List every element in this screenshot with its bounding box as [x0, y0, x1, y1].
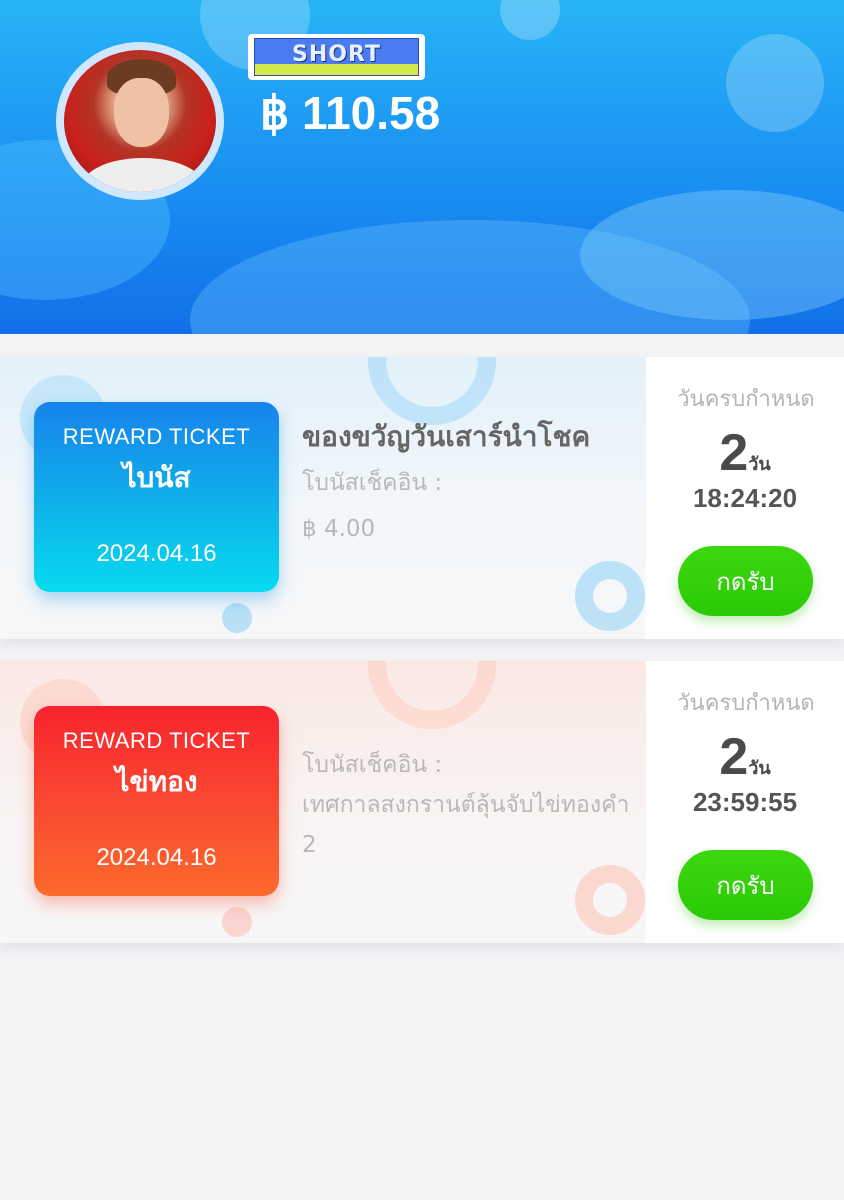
reward-ticket-stub: REWARD TICKET ไบนัส 2024.04.16	[34, 402, 279, 592]
avatar-image	[64, 50, 216, 192]
ticket-label: REWARD TICKET	[62, 424, 251, 449]
due-date-label: วันครบกำหนด	[677, 691, 815, 716]
decorative-bubble	[726, 34, 824, 132]
countdown-timer: 18:24:20	[692, 483, 798, 513]
decorative-ring	[575, 865, 645, 935]
claim-button[interactable]: กดรับ	[678, 546, 813, 616]
ticket-info: โบนัสเช็คอิน : เทศกาลสงกรานต์ลุ้นจับไข่ท…	[302, 745, 632, 865]
profile-header: SHORT ฿ 110.58	[0, 0, 844, 334]
decorative-dot	[222, 907, 252, 937]
decorative-ring	[368, 661, 496, 729]
level-badge: SHORT	[248, 34, 425, 80]
wallet-balance: ฿ 110.58	[260, 87, 441, 139]
ticket-date: 2024.04.16	[96, 540, 217, 567]
days-remaining-number: 2	[719, 728, 749, 786]
reward-ticket-stub: REWARD TICKET ไข่ทอง 2024.04.16	[34, 706, 279, 896]
decorative-dot	[222, 603, 252, 633]
ticket-amount: ฿ 4.00	[302, 516, 376, 542]
ticket-label: REWARD TICKET	[62, 728, 251, 753]
decorative-ring	[368, 357, 496, 425]
days-remaining-unit: วัน	[748, 758, 771, 779]
level-badge-text: SHORT	[292, 41, 381, 67]
decorative-bubble	[500, 0, 560, 40]
avatar[interactable]	[56, 42, 224, 200]
ticket-claim-panel: วันครบกำหนด 2วัน 23:59:55 กดรับ	[646, 661, 844, 943]
reward-ticket-card: REWARD TICKET ไข่ทอง 2024.04.16 โบนัสเช็…	[0, 661, 844, 943]
days-remaining-unit: วัน	[748, 454, 771, 475]
ticket-description: โบนัสเช็คอิน :	[302, 470, 443, 496]
avatar-shirt	[82, 157, 204, 192]
days-remaining: 2วัน	[646, 727, 844, 787]
claim-button[interactable]: กดรับ	[678, 850, 813, 920]
reward-ticket-card: REWARD TICKET ไบนัส 2024.04.16 ของขวัญวั…	[0, 357, 844, 639]
ticket-type: ไบนัส	[122, 461, 191, 494]
days-remaining-number: 2	[719, 424, 749, 482]
ticket-description: โบนัสเช็คอิน :	[302, 752, 443, 778]
ticket-body: REWARD TICKET ไบนัส 2024.04.16 ของขวัญวั…	[0, 357, 646, 639]
avatar-face	[114, 78, 169, 147]
level-badge-graphic: SHORT	[254, 38, 419, 76]
ticket-body: REWARD TICKET ไข่ทอง 2024.04.16 โบนัสเช็…	[0, 661, 646, 943]
due-date-label: วันครบกำหนด	[677, 387, 815, 412]
countdown-timer: 23:59:55	[692, 787, 798, 817]
ticket-claim-panel: วันครบกำหนด 2วัน 18:24:20 กดรับ	[646, 357, 844, 639]
ticket-title: ของขวัญวันเสาร์นำโชค	[302, 420, 591, 453]
decorative-ring	[575, 561, 645, 631]
ticket-event-name: เทศกาลสงกรานต์ลุ้นจับไข่ทองคำ 2	[302, 792, 630, 858]
ticket-date: 2024.04.16	[96, 844, 217, 871]
ticket-info: ของขวัญวันเสาร์นำโชค โบนัสเช็คอิน : ฿ 4.…	[302, 417, 632, 549]
days-remaining: 2วัน	[646, 423, 844, 483]
ticket-type: ไข่ทอง	[115, 765, 198, 798]
